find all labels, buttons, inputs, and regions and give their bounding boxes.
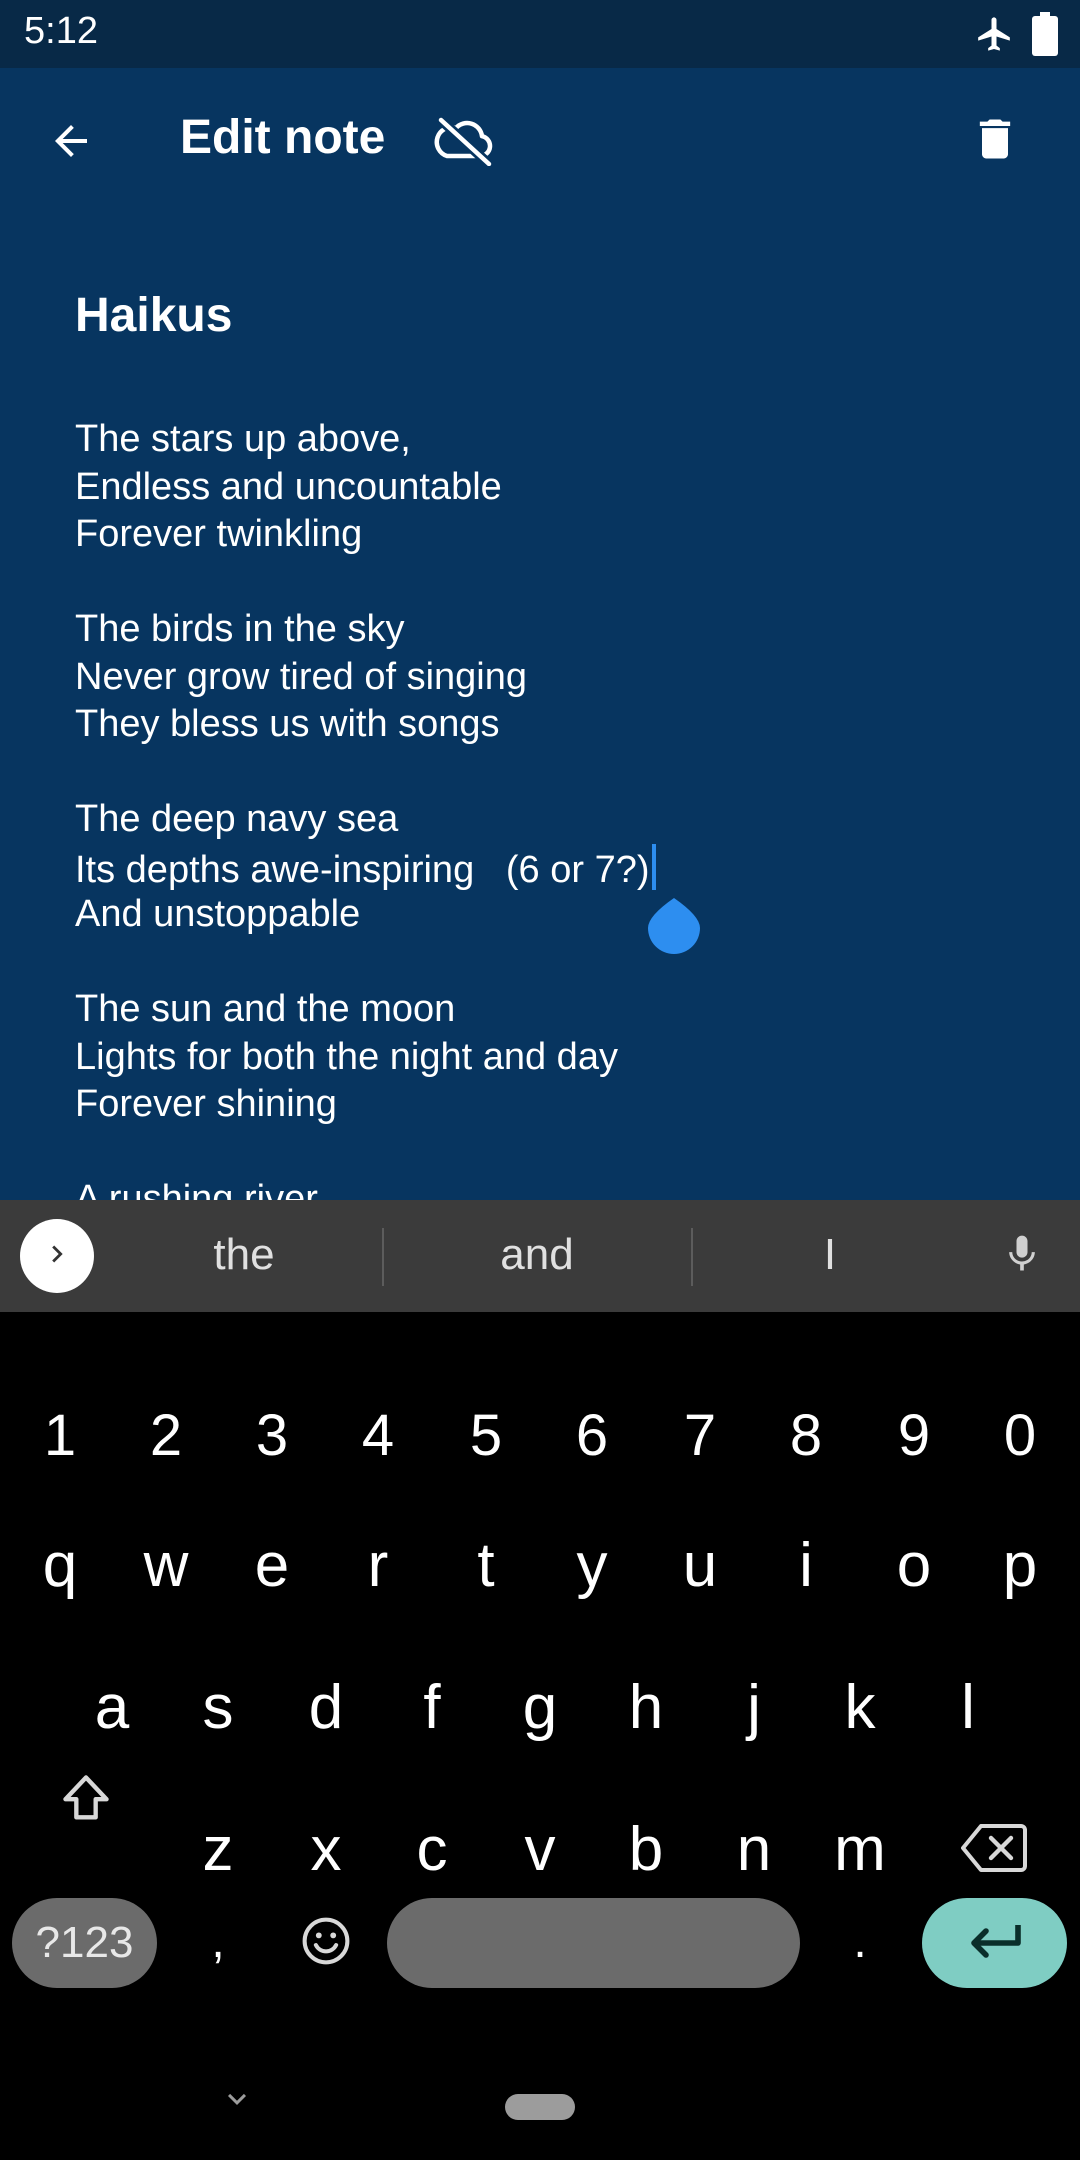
key-l[interactable]: l [918,1658,1018,1758]
shift-icon [57,1769,115,1832]
key-2[interactable]: 2 [116,1386,216,1486]
suggestion-strip: the and I [0,1200,1080,1312]
note-line: The sun and the moon [75,988,456,1030]
note-line: Forever twinkling [75,513,363,555]
key-u[interactable]: u [650,1516,750,1616]
key-y[interactable]: y [542,1516,642,1616]
note-line: Forever shining [75,1083,337,1125]
back-button[interactable] [36,108,106,178]
key-4[interactable]: 4 [328,1386,428,1486]
status-time: 5:12 [24,10,98,52]
key-n[interactable]: n [704,1800,804,1900]
key-e[interactable]: e [222,1516,322,1616]
arrow-back-icon [47,117,95,170]
status-icons [974,12,1058,61]
emoji-key[interactable] [276,1898,376,1988]
key-w[interactable]: w [116,1516,216,1616]
key-k[interactable]: k [810,1658,910,1758]
battery-icon [1032,12,1058,61]
voice-input-button[interactable] [994,1228,1050,1284]
note-line: Never grow tired of singing [75,655,527,698]
page-title: Edit note [180,111,386,164]
key-d[interactable]: d [276,1658,376,1758]
chevron-right-icon [40,1237,74,1276]
note-title-field[interactable]: Haikus [75,288,232,343]
key-s[interactable]: s [168,1658,268,1758]
suggestion-i[interactable]: I [720,1230,940,1280]
note-line-with-cursor: Its depths awe-inspiring (6 or 7?) [75,843,656,892]
sync-button[interactable] [424,108,504,178]
airplane-icon [974,14,1014,59]
key-3[interactable]: 3 [222,1386,322,1486]
key-period[interactable]: . [810,1892,910,1992]
key-5[interactable]: 5 [436,1386,536,1486]
suggestion-the[interactable]: the [134,1230,354,1280]
emoji-icon [299,1914,353,1973]
key-c[interactable]: c [382,1800,482,1900]
note-line: And unstoppable [75,893,361,935]
note-line: The birds in the sky [75,608,405,650]
key-i[interactable]: i [756,1516,856,1616]
key-h[interactable]: h [596,1658,696,1758]
symbols-key[interactable]: ?123 [12,1898,157,1988]
key-7[interactable]: 7 [650,1386,750,1486]
note-editor: Edit note Haikus The stars up above, End… [0,68,1080,1200]
key-6[interactable]: 6 [542,1386,642,1486]
suggestion-and[interactable]: and [427,1230,647,1280]
key-g[interactable]: g [490,1658,590,1758]
cloud-off-icon [433,115,495,171]
key-z[interactable]: z [168,1800,268,1900]
key-a[interactable]: a [62,1658,162,1758]
key-8[interactable]: 8 [756,1386,856,1486]
backspace-key[interactable] [944,1800,1044,1900]
key-r[interactable]: r [328,1516,428,1616]
trash-icon [969,113,1021,170]
key-comma[interactable]: , [168,1892,268,1992]
text-cursor [651,843,656,890]
key-v[interactable]: v [490,1800,590,1900]
note-line: The deep navy sea [75,798,399,840]
key-b[interactable]: b [596,1800,696,1900]
note-line: Lights for both the night and day [75,1035,618,1078]
space-bar[interactable] [387,1898,800,1988]
note-body-field[interactable]: The stars up above, Endless and uncounta… [75,416,656,1200]
chevron-down-icon [219,2081,255,2122]
expand-toolbar-button[interactable] [20,1219,94,1293]
enter-key[interactable] [922,1898,1067,1988]
key-t[interactable]: t [436,1516,536,1616]
key-9[interactable]: 9 [864,1386,964,1486]
key-0[interactable]: 0 [970,1386,1070,1486]
backspace-icon [961,1822,1027,1879]
suggestion-divider [382,1228,384,1286]
note-line: A rushing river [75,1178,318,1200]
key-j[interactable]: j [704,1658,804,1758]
note-line: They bless us with songs [75,703,500,745]
key-o[interactable]: o [864,1516,964,1616]
shift-key[interactable] [36,1750,136,1850]
key-1[interactable]: 1 [10,1386,110,1486]
microphone-icon [1000,1228,1044,1285]
note-line-text: Its depths awe-inspiring (6 or 7?) [75,848,650,891]
cursor-handle[interactable] [646,894,702,954]
enter-icon [966,1921,1024,1966]
status-bar: 5:12 [0,0,1080,68]
home-gesture-handle[interactable] [505,2094,575,2120]
key-m[interactable]: m [810,1800,910,1900]
key-p[interactable]: p [970,1516,1070,1616]
key-q[interactable]: q [10,1516,110,1616]
note-line: Endless and uncountable [75,465,502,508]
key-f[interactable]: f [382,1658,482,1758]
hide-keyboard-button[interactable] [212,2076,262,2126]
suggestion-divider [691,1228,693,1286]
delete-button[interactable] [960,106,1030,176]
note-line: The stars up above, [75,418,411,460]
toolbar: Edit note [0,68,1080,214]
keyboard: 1 2 3 4 5 6 7 8 9 0 q w e r t y u i o p … [0,1312,1080,2160]
key-x[interactable]: x [276,1800,376,1900]
